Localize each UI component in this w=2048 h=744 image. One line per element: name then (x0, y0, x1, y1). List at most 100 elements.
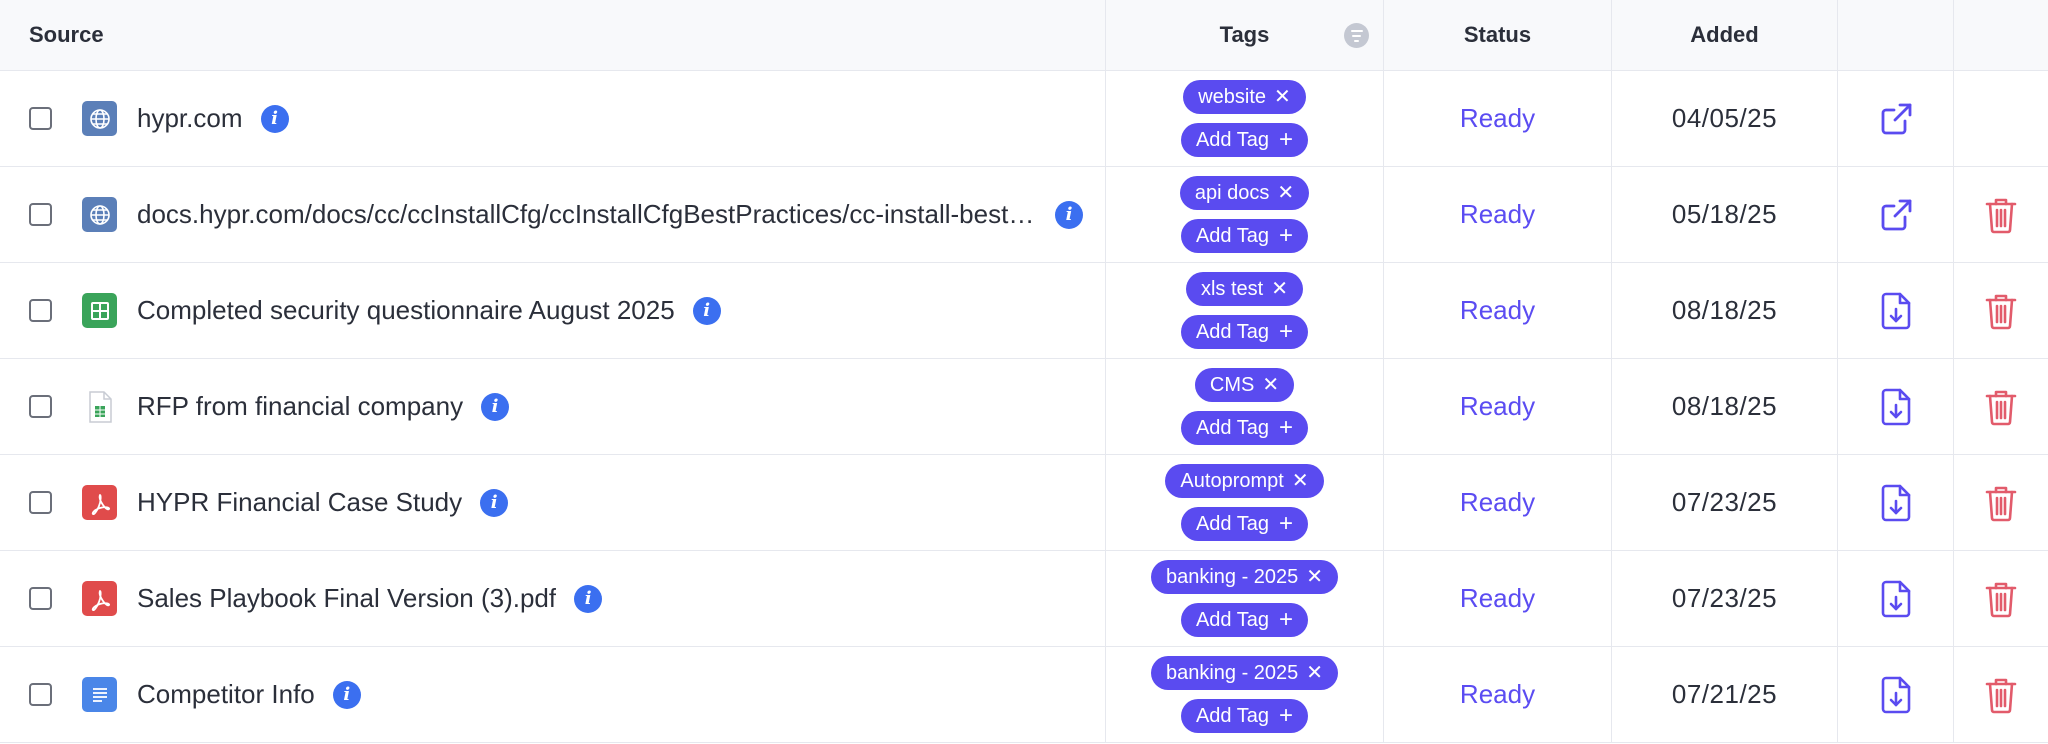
source-title[interactable]: Competitor Info (137, 679, 315, 710)
plus-icon: + (1279, 222, 1294, 249)
action-cell (1838, 167, 1954, 262)
delete-cell (1954, 359, 2048, 454)
column-header-action (1838, 0, 1954, 70)
tag-chip[interactable]: banking - 2025 ✕ (1150, 560, 1339, 594)
tag-label: CMS (1209, 373, 1255, 396)
add-tag-button[interactable]: Add Tag + (1180, 123, 1309, 157)
row-checkbox[interactable] (29, 587, 52, 610)
delete-cell (1954, 263, 2048, 358)
remove-tag-icon[interactable]: ✕ (1277, 183, 1294, 203)
tag-chip[interactable]: xls test ✕ (1185, 272, 1303, 306)
tag-chip[interactable]: banking - 2025 ✕ (1150, 656, 1339, 690)
source-title[interactable]: hypr.com (137, 103, 243, 134)
trash-icon[interactable] (1985, 580, 2017, 618)
source-title[interactable]: docs.hypr.com/docs/cc/ccInstallCfg/ccIns… (137, 199, 1037, 230)
remove-tag-icon[interactable]: ✕ (1262, 375, 1279, 395)
trash-icon[interactable] (1985, 388, 2017, 426)
table-row[interactable]: hypr.com i website ✕ Add Tag + Ready 04/05/25 (0, 71, 2048, 167)
plus-icon: + (1279, 702, 1294, 729)
table-body: hypr.com i website ✕ Add Tag + Ready 04/05/25 do… (0, 71, 2048, 743)
table-row[interactable]: HYPR Financial Case Study i Autoprompt ✕ Add… (0, 455, 2048, 551)
add-tag-button[interactable]: Add Tag + (1180, 219, 1309, 253)
source-title[interactable]: HYPR Financial Case Study (137, 487, 462, 518)
tag-label: Autoprompt (1180, 469, 1284, 492)
table-row[interactable]: docs.hypr.com/docs/cc/ccInstallCfg/ccIns… (0, 167, 2048, 263)
plus-icon: + (1279, 414, 1294, 441)
delete-cell (1954, 647, 2048, 742)
remove-tag-icon[interactable]: ✕ (1306, 663, 1323, 683)
add-tag-button[interactable]: Add Tag + (1180, 507, 1309, 541)
action-cell (1838, 263, 1954, 358)
table-row[interactable]: RFP from financial company i CMS ✕ Add Tag + R… (0, 359, 2048, 455)
plus-icon: + (1279, 606, 1294, 633)
info-icon[interactable]: i (574, 584, 603, 613)
table-header: Source Tags Status Added (0, 0, 2048, 71)
trash-icon[interactable] (1985, 484, 2017, 522)
column-header-tags[interactable]: Tags (1106, 0, 1384, 70)
pdf-icon (82, 485, 117, 520)
source-cell: docs.hypr.com/docs/cc/ccInstallCfg/ccIns… (0, 167, 1106, 262)
added-date: 04/05/25 (1612, 71, 1838, 166)
trash-icon[interactable] (1985, 196, 2017, 234)
pdf-icon (82, 581, 117, 616)
external-link-icon[interactable] (1878, 197, 1914, 233)
add-tag-button[interactable]: Add Tag + (1180, 699, 1309, 733)
row-checkbox[interactable] (29, 299, 52, 322)
file-download-icon[interactable] (1879, 579, 1913, 619)
add-tag-button[interactable]: Add Tag + (1180, 315, 1309, 349)
file-download-icon[interactable] (1879, 675, 1913, 715)
tag-chip[interactable]: api docs ✕ (1179, 176, 1310, 210)
status-text: Ready (1384, 167, 1612, 262)
source-cell: Completed security questionnaire August … (0, 263, 1106, 358)
tag-label: xls test (1200, 277, 1264, 300)
external-link-icon[interactable] (1878, 101, 1914, 137)
column-header-added[interactable]: Added (1612, 0, 1838, 70)
remove-tag-icon[interactable]: ✕ (1274, 87, 1291, 107)
table-row[interactable]: Completed security questionnaire August … (0, 263, 2048, 359)
spreadsheet-icon (82, 293, 117, 328)
add-tag-button[interactable]: Add Tag + (1180, 411, 1309, 445)
tag-chip[interactable]: Autoprompt ✕ (1165, 464, 1324, 498)
info-icon[interactable]: i (1055, 200, 1083, 229)
plus-icon: + (1279, 510, 1294, 537)
remove-tag-icon[interactable]: ✕ (1292, 471, 1309, 491)
info-icon[interactable]: i (332, 680, 361, 709)
file-download-icon[interactable] (1879, 387, 1913, 427)
trash-icon[interactable] (1985, 292, 2017, 330)
column-header-source[interactable]: Source (0, 0, 1106, 70)
globe-icon (82, 197, 117, 232)
delete-cell (1954, 455, 2048, 550)
delete-cell (1954, 71, 2048, 166)
trash-icon[interactable] (1985, 676, 2017, 714)
tag-chip[interactable]: website ✕ (1183, 80, 1306, 114)
document-icon (82, 677, 117, 712)
action-cell (1838, 359, 1954, 454)
source-title[interactable]: Sales Playbook Final Version (3).pdf (137, 583, 556, 614)
add-tag-button[interactable]: Add Tag + (1180, 603, 1309, 637)
filter-icon[interactable] (1344, 23, 1369, 48)
info-icon[interactable]: i (480, 488, 509, 517)
info-icon[interactable]: i (481, 392, 510, 421)
source-title[interactable]: Completed security questionnaire August … (137, 295, 675, 326)
source-title[interactable]: RFP from financial company (137, 391, 463, 422)
source-cell: hypr.com i (0, 71, 1106, 166)
file-download-icon[interactable] (1879, 483, 1913, 523)
row-checkbox[interactable] (29, 491, 52, 514)
tag-chip[interactable]: CMS ✕ (1194, 368, 1295, 402)
row-checkbox[interactable] (29, 395, 52, 418)
info-icon[interactable]: i (260, 104, 289, 133)
table-row[interactable]: Sales Playbook Final Version (3).pdf i ban… (0, 551, 2048, 647)
file-download-icon[interactable] (1879, 291, 1913, 331)
row-checkbox[interactable] (29, 107, 52, 130)
remove-tag-icon[interactable]: ✕ (1271, 279, 1288, 299)
info-icon[interactable]: i (692, 296, 721, 325)
row-checkbox[interactable] (29, 683, 52, 706)
tag-label: website (1198, 85, 1267, 108)
remove-tag-icon[interactable]: ✕ (1306, 567, 1323, 587)
column-header-status[interactable]: Status (1384, 0, 1612, 70)
table-row[interactable]: Competitor Info i banking - 2025 ✕ Add Tag + R… (0, 647, 2048, 743)
tag-label: banking - 2025 (1165, 565, 1299, 588)
added-date: 07/23/25 (1612, 551, 1838, 646)
csv-file-icon (82, 389, 117, 424)
row-checkbox[interactable] (29, 203, 52, 226)
